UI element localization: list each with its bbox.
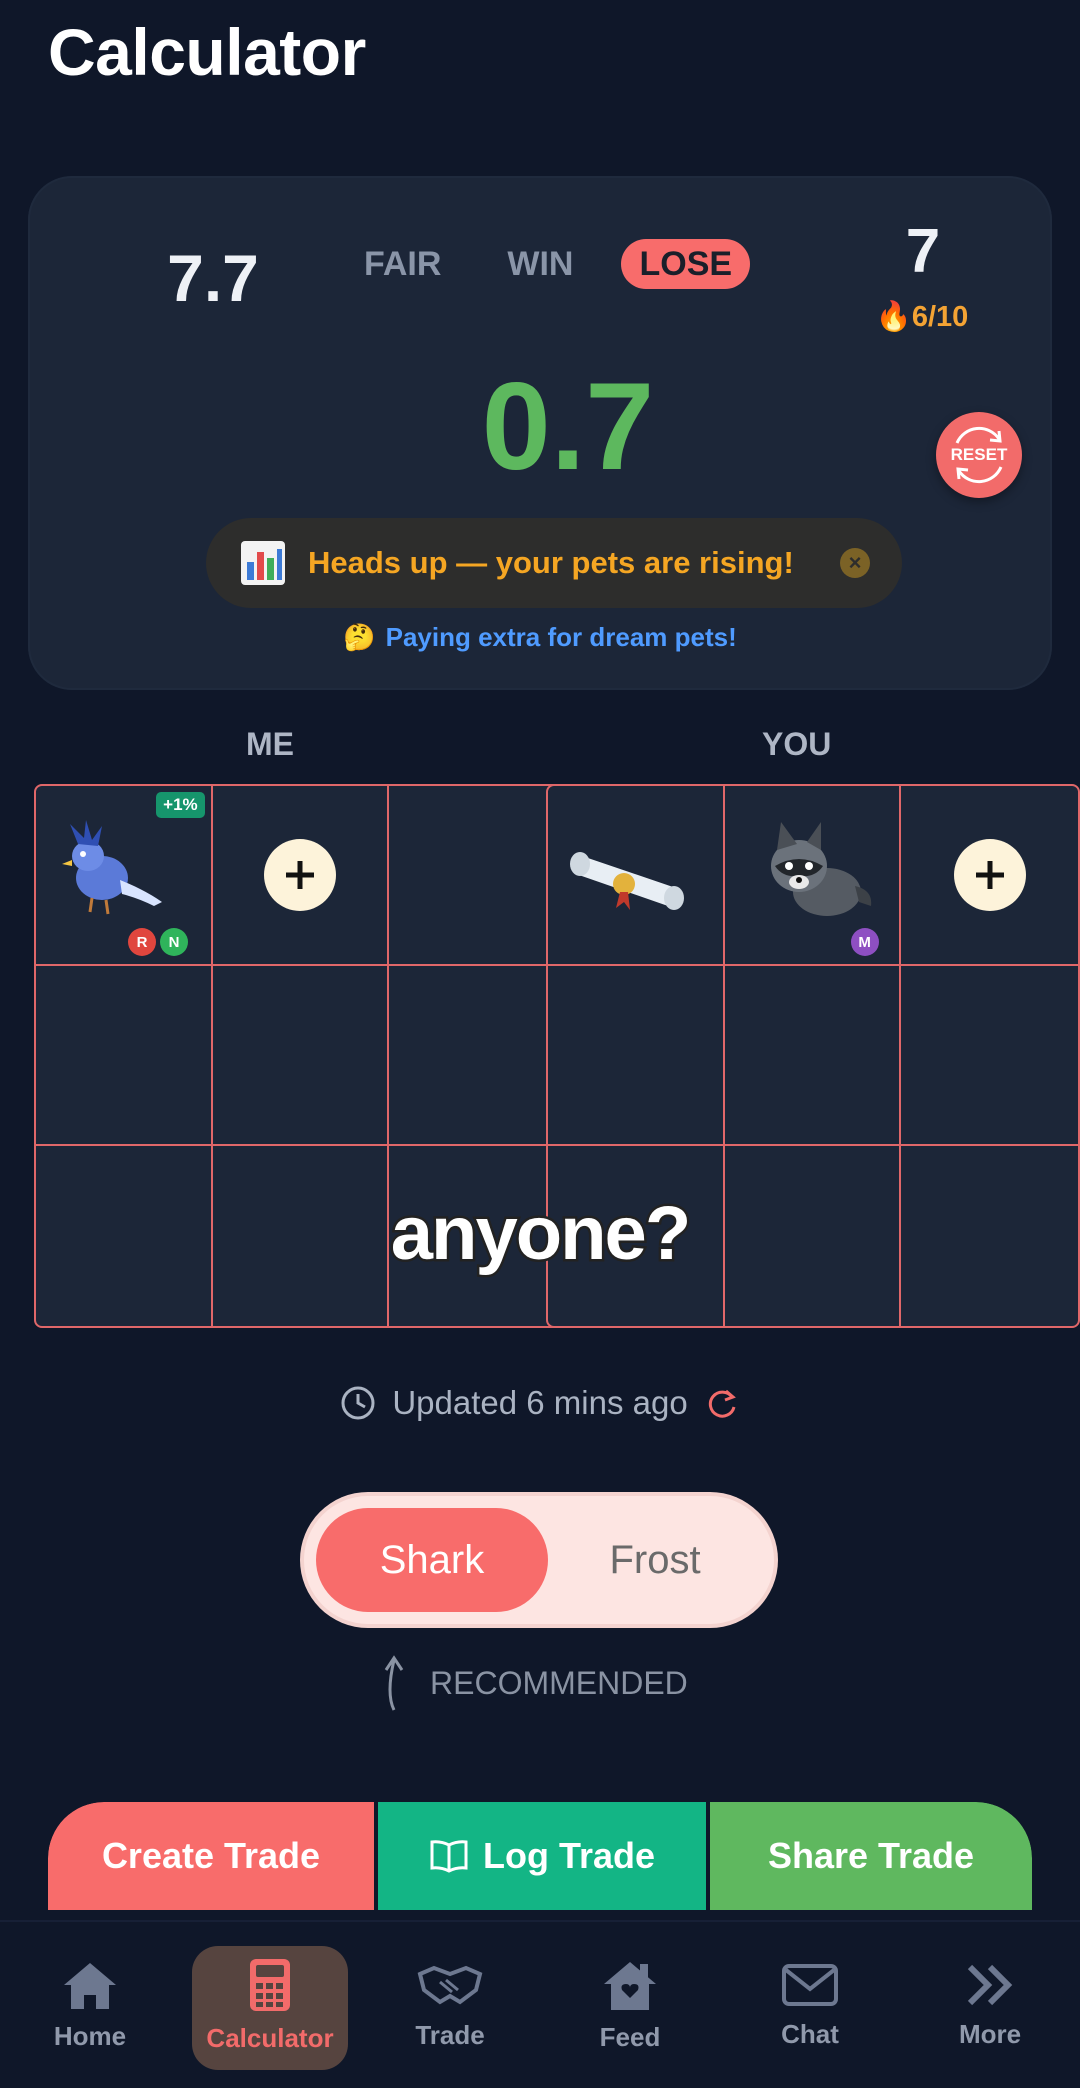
- trade-summary-card: 7.7 FAIR WIN LOSE 7 🔥6/10 0.7 RESET Head…: [28, 176, 1052, 690]
- clock-icon: [341, 1386, 375, 1420]
- handshake-icon: [417, 1965, 483, 2004]
- last-updated: Updated 6 mins ago: [0, 1384, 1080, 1422]
- tab-win[interactable]: WIN: [489, 239, 591, 289]
- value-difference: 0.7: [481, 358, 655, 496]
- share-trade-button[interactable]: Share Trade: [710, 1802, 1032, 1910]
- plus-icon: [285, 861, 314, 889]
- updated-text: Updated 6 mins ago: [392, 1384, 688, 1421]
- log-trade-label: Log Trade: [482, 1835, 656, 1876]
- nav-label-home: Home: [53, 2020, 127, 2051]
- nav-item-home[interactable]: Home: [0, 1922, 180, 2088]
- recommended-label: RECOMMENDED: [430, 1664, 688, 1701]
- their-pet-slot-3[interactable]: [901, 786, 1078, 966]
- raccoon-pet-icon: [770, 822, 871, 916]
- mail-icon: [782, 1963, 838, 2006]
- result-tabs: FAIR WIN LOSE: [308, 234, 788, 294]
- nav-label-calculator: Calculator: [206, 2022, 334, 2053]
- close-icon[interactable]: ×: [840, 548, 870, 578]
- calculator-icon: [250, 1958, 290, 2011]
- nav-label-more: More: [958, 2018, 1022, 2049]
- their-pet-slot-2[interactable]: M: [724, 786, 902, 966]
- price-alert-banner: Heads up — your pets are rising! ×: [206, 518, 902, 608]
- scroll-item-icon: [570, 852, 684, 910]
- up-arrow-icon: [384, 1655, 404, 1711]
- create-trade-button[interactable]: Create Trade: [48, 1802, 374, 1910]
- tab-lose[interactable]: LOSE: [621, 239, 751, 289]
- reset-button[interactable]: RESET: [936, 412, 1022, 498]
- my-pet-slot-2[interactable]: [212, 786, 390, 966]
- plus-icon: [975, 861, 1004, 889]
- home-icon: [64, 1962, 116, 2009]
- their-pet-slot-4[interactable]: [548, 966, 725, 1146]
- their-total-value: 7: [905, 217, 941, 286]
- reset-label: RESET: [950, 445, 1008, 464]
- recommended-indicator: RECOMMENDED: [380, 1654, 688, 1712]
- their-pet-slot-1[interactable]: [548, 786, 725, 966]
- nav-item-trade[interactable]: Trade: [360, 1922, 540, 2088]
- my-pet-slot-3[interactable]: [389, 786, 566, 966]
- streak-text: 6/10: [911, 301, 969, 333]
- double-chevron-right-icon: [967, 1964, 1013, 2005]
- nav-item-feed[interactable]: Feed: [540, 1922, 720, 2088]
- refresh-icon[interactable]: [704, 1385, 740, 1421]
- their-pet-slot-5[interactable]: [724, 966, 902, 1146]
- my-total-value: 7.7: [167, 241, 259, 315]
- trade-hint: 🤔 Paying extra for dream pets!: [28, 622, 1052, 653]
- bar-chart-icon: [241, 541, 285, 585]
- house-feed-icon: [604, 1961, 656, 2010]
- their-side-label: YOU: [762, 726, 832, 762]
- alert-message: Heads up — your pets are rising!: [308, 545, 794, 580]
- pet-tag-n: N: [160, 928, 188, 956]
- add-pet-button[interactable]: [953, 839, 1026, 911]
- my-pet-slot-6[interactable]: [389, 966, 566, 1146]
- nav-item-chat[interactable]: Chat: [720, 1922, 900, 2088]
- create-trade-label: Create Trade: [101, 1835, 321, 1876]
- value-source-toggle: Shark Frost: [304, 1496, 774, 1624]
- value-change-badge: +1%: [156, 792, 205, 818]
- streak-indicator: 🔥6/10: [842, 300, 1002, 334]
- nav-label-trade: Trade: [415, 2019, 485, 2050]
- trade-actions: Create Trade Log Trade Share Trade: [48, 1802, 1032, 1910]
- bird-pet-icon: [62, 820, 162, 915]
- my-side-label: ME: [246, 726, 294, 762]
- fire-icon: 🔥: [875, 301, 912, 333]
- thinking-face-icon: 🤔: [343, 622, 376, 652]
- book-icon: [430, 1840, 468, 1873]
- add-pet-button[interactable]: [263, 839, 336, 911]
- nav-label-chat: Chat: [781, 2018, 839, 2049]
- log-trade-button[interactable]: Log Trade: [378, 1802, 706, 1910]
- nav-label-feed: Feed: [599, 2021, 661, 2052]
- my-pet-slot-4[interactable]: [36, 966, 213, 1146]
- video-caption-overlay: anyone?: [388, 1189, 694, 1279]
- my-pet-slot-5[interactable]: [212, 966, 390, 1146]
- tab-fair[interactable]: FAIR: [346, 239, 459, 289]
- option-shark[interactable]: Shark: [316, 1508, 548, 1612]
- pet-tag-m: M: [850, 928, 879, 956]
- share-trade-label: Share Trade: [767, 1835, 975, 1876]
- nav-item-more[interactable]: More: [900, 1922, 1080, 2088]
- their-pet-slot-6[interactable]: [901, 966, 1078, 1146]
- option-frost[interactable]: Frost: [548, 1508, 762, 1612]
- page-title: Calculator: [48, 15, 366, 89]
- my-pet-slot-1[interactable]: +1% R N: [36, 786, 213, 966]
- hint-text: Paying extra for dream pets!: [385, 622, 737, 652]
- bottom-navigation: Home Calculator Trade Feed Chat More: [0, 1920, 1080, 2088]
- pet-tag-r: R: [128, 928, 156, 956]
